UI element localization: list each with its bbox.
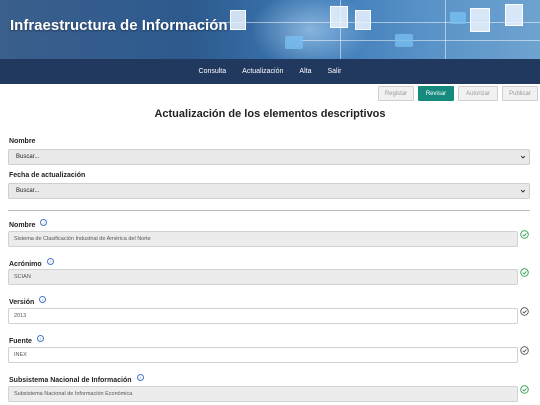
nombre-select-value: Buscar... bbox=[16, 154, 40, 160]
info-icon[interactable]: i bbox=[46, 258, 54, 265]
field-nombre-label: Nombre i bbox=[9, 219, 48, 229]
folder-icon bbox=[450, 12, 466, 24]
registrar-button[interactable]: Registar bbox=[378, 86, 414, 101]
fecha-select-value: Buscar... bbox=[16, 188, 40, 194]
publicar-button[interactable]: Publicar bbox=[502, 86, 538, 101]
info-icon[interactable]: i bbox=[39, 296, 47, 303]
revisar-button[interactable]: Revisar bbox=[418, 86, 454, 101]
check-circle-icon bbox=[520, 307, 529, 316]
main-nav: Consulta Actualización Alta Salir bbox=[0, 59, 540, 84]
subsistema-field[interactable]: Subsistema Nacional de Información Econó… bbox=[8, 386, 518, 402]
filter-fecha-label: Fecha de actualización bbox=[9, 172, 86, 179]
page-title: Actualización de los elementos descripti… bbox=[154, 108, 386, 120]
check-circle-icon bbox=[520, 268, 529, 277]
banner-network-line bbox=[445, 0, 446, 59]
document-icon bbox=[505, 4, 523, 26]
document-icon bbox=[355, 10, 371, 30]
chevron-down-icon bbox=[520, 155, 526, 159]
banner-network-line bbox=[300, 40, 540, 41]
header-banner: Infraestructura de Información bbox=[0, 0, 540, 59]
field-acronimo-label: Acrónimo i bbox=[9, 258, 54, 268]
nombre-select[interactable]: Buscar... bbox=[8, 149, 530, 165]
document-icon bbox=[470, 8, 490, 32]
field-nombre-label-text: Nombre bbox=[9, 222, 36, 229]
field-acronimo-label-text: Acrónimo bbox=[9, 261, 42, 268]
banner-glow bbox=[250, 0, 370, 59]
action-toolbar: Registar Revisar Autorizar Publicar bbox=[378, 86, 538, 101]
info-icon[interactable]: i bbox=[40, 219, 48, 226]
check-circle-icon bbox=[520, 385, 529, 394]
acronimo-field[interactable]: SCIAN bbox=[8, 269, 518, 285]
field-fuente-label-text: Fuente bbox=[9, 338, 32, 345]
section-divider bbox=[8, 210, 530, 211]
info-icon[interactable]: i bbox=[136, 374, 144, 381]
field-version-label-text: Versión bbox=[9, 299, 35, 306]
document-icon bbox=[330, 6, 348, 28]
document-icon bbox=[230, 10, 246, 30]
field-fuente-label: Fuente i bbox=[9, 335, 44, 345]
field-version-label: Versión i bbox=[9, 296, 47, 306]
field-subsistema-label: Subsistema Nacional de Información i bbox=[9, 374, 144, 384]
info-icon[interactable]: i bbox=[36, 335, 44, 342]
nav-consulta[interactable]: Consulta bbox=[199, 68, 227, 75]
banner-title: Infraestructura de Información bbox=[10, 17, 228, 34]
folder-icon bbox=[285, 36, 303, 49]
nav-salir[interactable]: Salir bbox=[327, 68, 341, 75]
check-circle-icon bbox=[520, 346, 529, 355]
filter-nombre-label: Nombre bbox=[9, 138, 36, 145]
nav-alta[interactable]: Alta bbox=[299, 68, 311, 75]
check-circle-icon bbox=[520, 230, 529, 239]
autorizar-button[interactable]: Autorizar bbox=[458, 86, 498, 101]
nav-actualizacion[interactable]: Actualización bbox=[242, 68, 283, 75]
field-subsistema-label-text: Subsistema Nacional de Información bbox=[9, 377, 132, 384]
fecha-select[interactable]: Buscar... bbox=[8, 183, 530, 199]
version-field[interactable]: 2013 bbox=[8, 308, 518, 324]
fuente-field[interactable]: INEX bbox=[8, 347, 518, 363]
nombre-field[interactable]: Sistema de Clasificación Industrial de A… bbox=[8, 231, 518, 247]
folder-icon bbox=[395, 34, 413, 47]
chevron-down-icon bbox=[520, 189, 526, 193]
